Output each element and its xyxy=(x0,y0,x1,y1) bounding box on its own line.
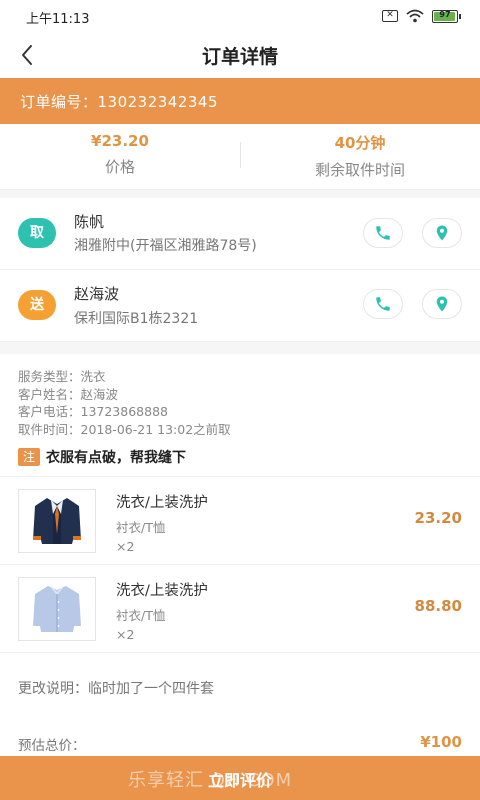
item-quantity: ×2 xyxy=(116,627,135,642)
pickup-badge: 取 xyxy=(18,218,56,248)
time-value: 40分钟 xyxy=(334,134,386,152)
pickup-name: 陈帆 xyxy=(74,213,105,231)
delivery-name: 赵海波 xyxy=(74,285,120,303)
location-pin-icon xyxy=(436,296,448,312)
price-label: 价格 xyxy=(104,158,135,176)
item-price: 23.20 xyxy=(414,509,462,527)
blue-shirt-icon xyxy=(33,586,81,632)
item-category: 衬衣/T恤 xyxy=(116,520,166,535)
order-number: 订单编号：130232342345 xyxy=(20,93,219,111)
rate-now-button[interactable]: 乐享轻汇 QH.COM 立即评价 xyxy=(0,756,480,800)
pickup-contact: 取 陈帆 湘雅附中(开福区湘雅路78号) xyxy=(0,198,480,270)
list-item[interactable]: 洗衣/上装洗护 衬衣/T恤 ×2 23.20 xyxy=(0,476,480,564)
status-bar: 上午11:13 ✕ 97 xyxy=(0,0,480,32)
nav-bar: 订单详情 xyxy=(0,32,480,78)
no-sim-icon: ✕ xyxy=(382,10,398,22)
delivery-address: 保利国际B1栋2321 xyxy=(74,311,199,327)
item-name: 洗衣/上装洗护 xyxy=(116,495,208,511)
time-stat: 40分钟 剩余取件时间 xyxy=(240,124,480,190)
note-tag: 注 xyxy=(18,448,40,466)
section-divider xyxy=(0,190,480,198)
pickup-location-button[interactable] xyxy=(422,218,462,248)
section-divider xyxy=(0,652,480,653)
section-divider xyxy=(0,342,480,354)
item-thumbnail xyxy=(18,577,96,641)
time-label: 剩余取件时间 xyxy=(314,161,405,179)
phone-icon xyxy=(376,297,390,311)
totals-row: 预估总价： ¥100 xyxy=(0,732,480,756)
price-value: ¥23.20 xyxy=(91,132,149,150)
total-label: 预估总价： xyxy=(18,738,86,754)
delivery-location-button[interactable] xyxy=(422,289,462,319)
battery-level: 97 xyxy=(439,9,451,19)
location-pin-icon xyxy=(436,225,448,241)
delivery-badge: 送 xyxy=(18,290,56,320)
note-text: 衣服有点破，帮我缝下 xyxy=(46,450,186,466)
pickup-address: 湘雅附中(开福区湘雅路78号) xyxy=(74,238,257,254)
service-info: 服务类型：洗衣 客户姓名：赵海波 客户电话：13723868888 取件时间：2… xyxy=(18,368,231,438)
order-note: 注 衣服有点破，帮我缝下 xyxy=(18,446,186,468)
item-name: 洗衣/上装洗护 xyxy=(116,583,208,599)
order-number-bar: 订单编号：130232342345 xyxy=(0,78,480,124)
rate-now-label: 立即评价 xyxy=(207,771,272,790)
item-price: 88.80 xyxy=(414,597,462,615)
status-icons: ✕ 97 xyxy=(382,8,461,24)
wifi-icon xyxy=(406,9,424,23)
delivery-call-button[interactable] xyxy=(363,289,403,319)
battery-icon: 97 xyxy=(432,9,461,23)
pickup-time: 取件时间：2018-06-21 13:02之前取 xyxy=(18,421,231,437)
item-quantity: ×2 xyxy=(116,539,135,554)
price-stat: ¥23.20 价格 xyxy=(0,124,240,190)
pickup-call-button[interactable] xyxy=(363,218,403,248)
phone-icon xyxy=(376,226,390,240)
item-category: 衬衣/T恤 xyxy=(116,608,166,623)
delivery-contact: 送 赵海波 保利国际B1栋2321 xyxy=(0,270,480,342)
change-note: 更改说明：临时加了一个四件套 xyxy=(18,681,214,697)
navy-jacket-icon xyxy=(33,498,81,544)
service-type: 服务类型：洗衣 xyxy=(18,369,106,384)
status-time: 上午11:13 xyxy=(26,12,90,27)
page-title: 订单详情 xyxy=(201,46,278,68)
total-value: ¥100 xyxy=(420,733,462,751)
list-item[interactable]: 洗衣/上装洗护 衬衣/T恤 ×2 88.80 xyxy=(0,564,480,652)
item-thumbnail xyxy=(18,489,96,553)
customer-name: 客户姓名：赵海波 xyxy=(18,386,119,402)
order-stats: ¥23.20 价格 40分钟 剩余取件时间 xyxy=(0,124,480,190)
customer-phone: 客户电话：13723868888 xyxy=(18,404,168,419)
